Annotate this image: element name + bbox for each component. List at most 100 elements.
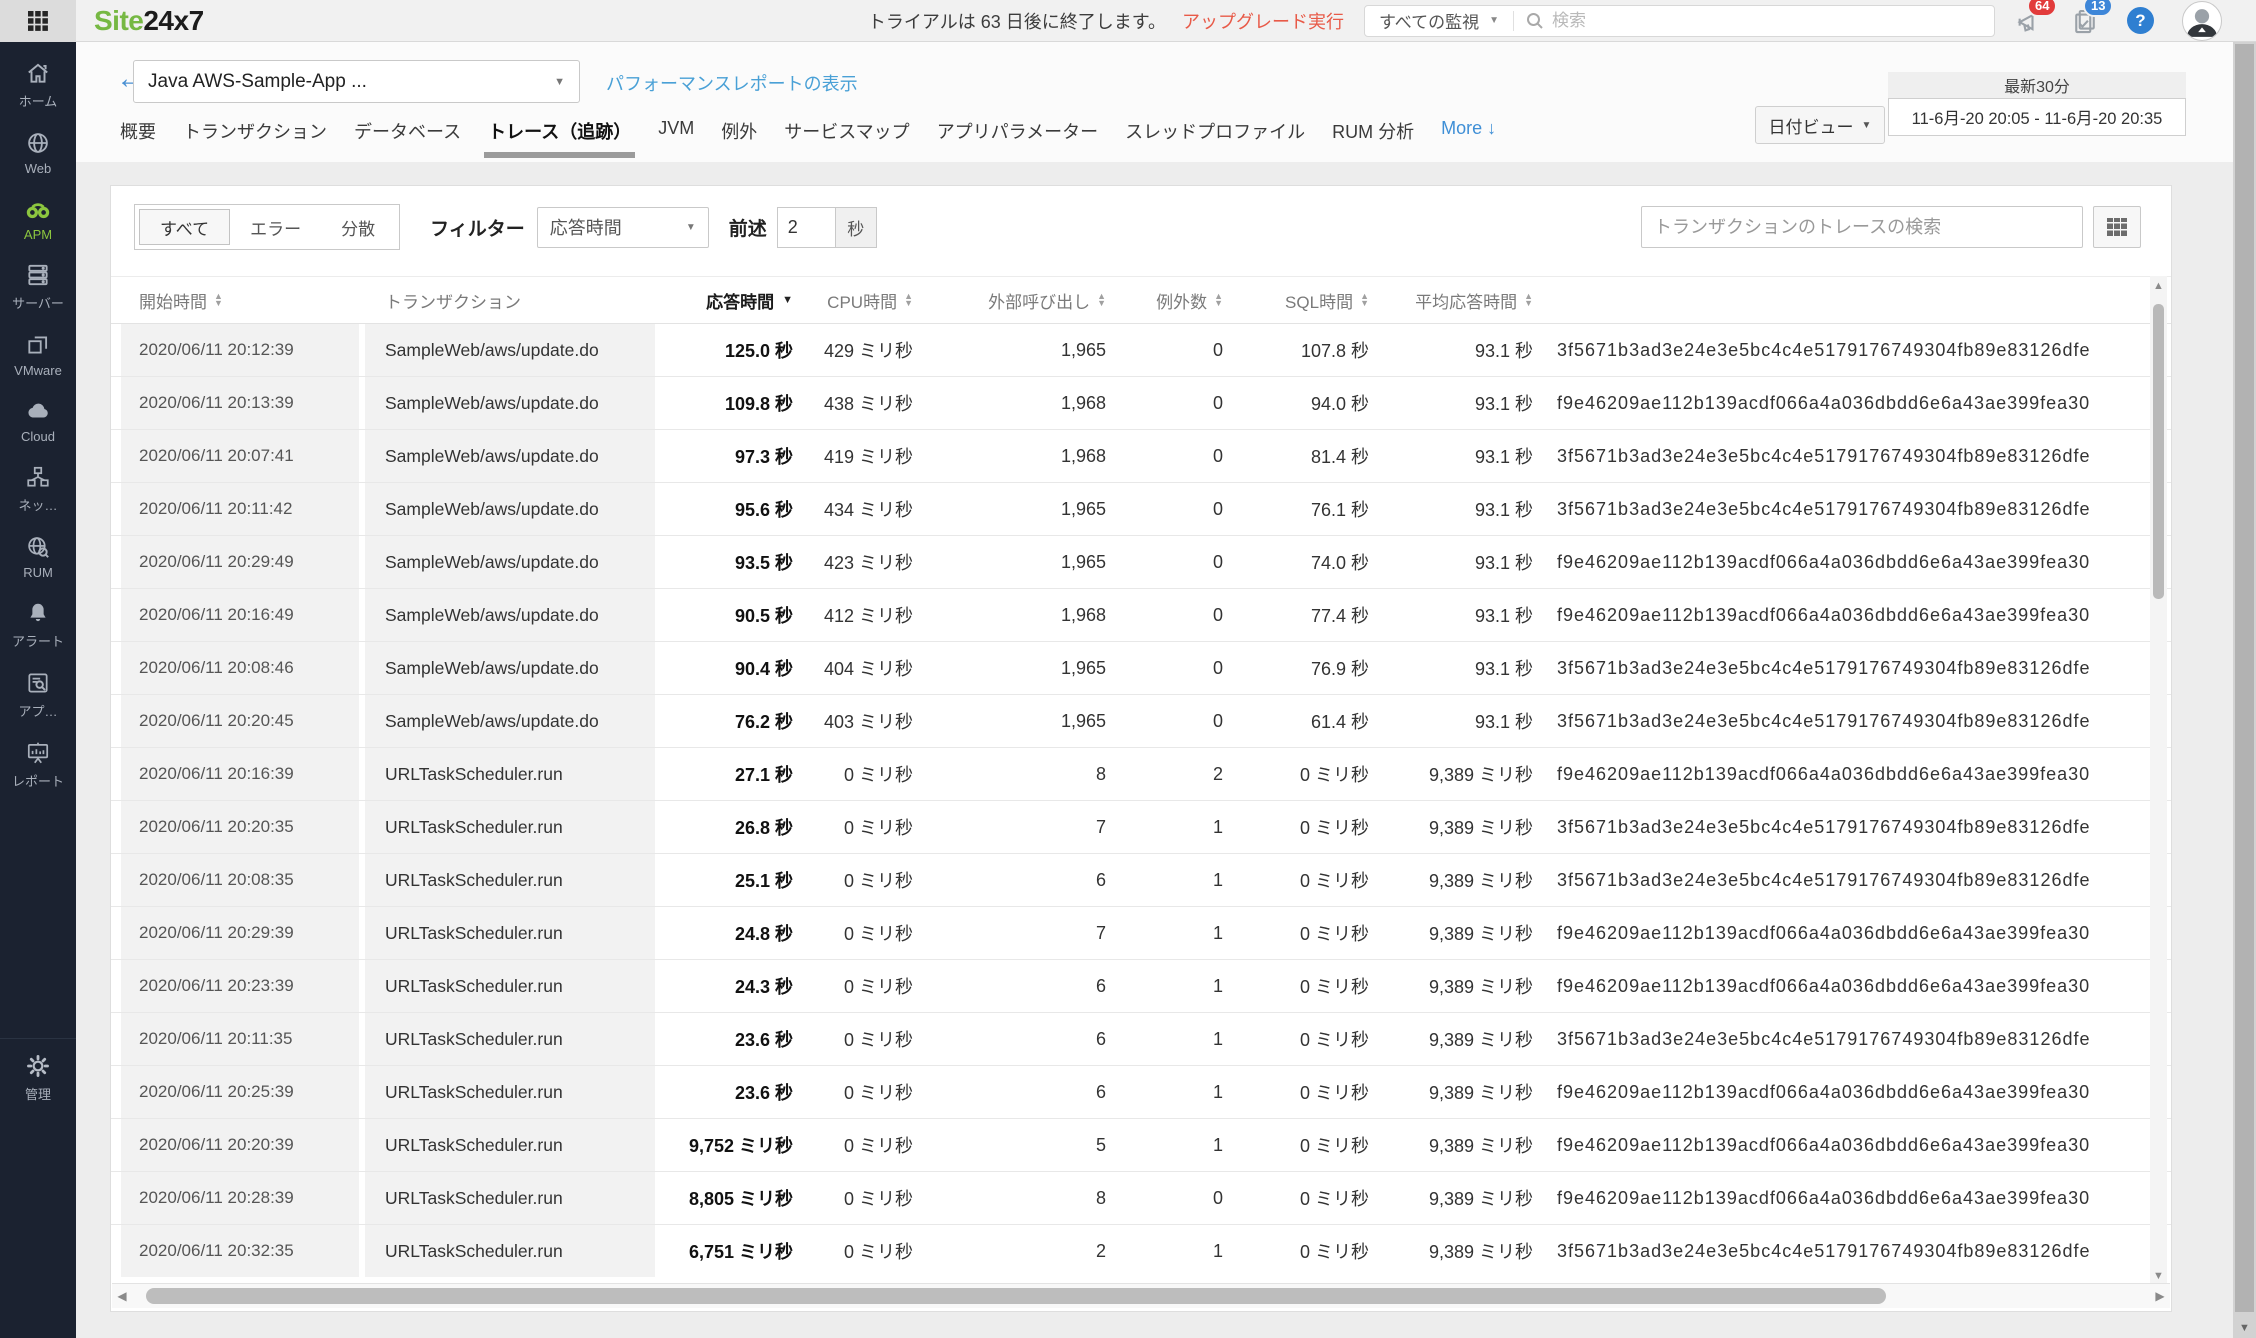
- table-row[interactable]: 2020/06/11 20:08:35 URLTaskScheduler.run 2…: [111, 854, 2171, 907]
- scroll-down-icon[interactable]: ▼: [2150, 1270, 2167, 1282]
- cell-start-time: 2020/06/11 20:11:35: [121, 1013, 359, 1065]
- tab-4[interactable]: JVM: [658, 118, 694, 158]
- notifications-button[interactable]: 64: [2015, 0, 2058, 35]
- globe-icon: [25, 130, 51, 156]
- sidebar-item-cloud[interactable]: Cloud: [0, 398, 76, 444]
- column-header-exception-count[interactable]: 例外数 ▲ ▼: [1106, 288, 1223, 313]
- table-row[interactable]: 2020/06/11 20:20:45 SampleWeb/aws/update.…: [111, 695, 2171, 748]
- table-row[interactable]: 2020/06/11 20:16:39 URLTaskScheduler.run 2…: [111, 748, 2171, 801]
- sidebar-item-home[interactable]: ホーム: [0, 60, 76, 110]
- site24x7-logo: Site24x7: [94, 4, 204, 36]
- table-row[interactable]: 2020/06/11 20:11:42 SampleWeb/aws/update.…: [111, 483, 2171, 536]
- monitor-search-group: すべての監視 ▼: [1363, 4, 1995, 37]
- monitor-scope-dropdown[interactable]: すべての監視 ▼: [1365, 8, 1513, 33]
- column-header-external-calls[interactable]: 外部呼び出し ▲ ▼: [913, 288, 1106, 313]
- cell-transaction: SampleWeb/aws/update.do: [365, 695, 655, 747]
- table-row[interactable]: 2020/06/11 20:12:39 SampleWeb/aws/update.…: [111, 324, 2171, 377]
- upgrade-link[interactable]: アップグレード実行: [1182, 8, 1344, 34]
- table-row[interactable]: 2020/06/11 20:25:39 URLTaskScheduler.run 2…: [111, 1066, 2171, 1119]
- tab-5[interactable]: 例外: [721, 118, 757, 158]
- app-launcher-button[interactable]: [0, 0, 76, 42]
- table-row[interactable]: 2020/06/11 20:29:39 URLTaskScheduler.run 2…: [111, 907, 2171, 960]
- sidebar-item-web[interactable]: Web: [0, 130, 76, 176]
- global-search-input[interactable]: [1552, 10, 1982, 31]
- cell-start-time: 2020/06/11 20:32:35: [121, 1225, 359, 1277]
- sidebar-item-admin[interactable]: 管理: [0, 1053, 76, 1103]
- tab-7[interactable]: アプリパラメーター: [937, 118, 1098, 158]
- time-range-picker: 最新30分 11-6月-20 20:05 - 11-6月-20 20:35: [1888, 72, 2186, 136]
- view-option-all[interactable]: すべて: [139, 209, 231, 245]
- scroll-left-icon[interactable]: ◀: [112, 1289, 132, 1303]
- tasks-button[interactable]: 13: [2071, 0, 2114, 35]
- page-scrollbar[interactable]: ▼: [2233, 42, 2256, 1338]
- sidebar-item-vmware[interactable]: VMware: [0, 332, 76, 378]
- table-row[interactable]: 2020/06/11 20:32:35 URLTaskScheduler.run 6…: [111, 1225, 2171, 1277]
- page-scrollbar-thumb[interactable]: [2235, 44, 2254, 1312]
- view-option-distributed[interactable]: 分散: [321, 209, 395, 245]
- column-header-start-time[interactable]: 開始時間 ▲ ▼: [121, 288, 359, 313]
- scroll-up-icon[interactable]: ▲: [2150, 280, 2167, 292]
- table-row[interactable]: 2020/06/11 20:13:39 SampleWeb/aws/update.…: [111, 377, 2171, 430]
- tab-2[interactable]: データベース: [354, 118, 461, 158]
- table-row[interactable]: 2020/06/11 20:08:46 SampleWeb/aws/update.…: [111, 642, 2171, 695]
- column-header-avg-response-time[interactable]: 平均応答時間 ▲ ▼: [1369, 288, 1533, 313]
- notifications-badge: 64: [2027, 0, 2058, 17]
- sidebar-item-alerts[interactable]: アラート: [0, 600, 76, 650]
- table-row[interactable]: 2020/06/11 20:07:41 SampleWeb/aws/update.…: [111, 430, 2171, 483]
- column-header-transaction: トランザクション: [385, 292, 521, 312]
- scroll-down-icon[interactable]: ▼: [2233, 1322, 2256, 1334]
- cell-external-calls: 6: [1095, 869, 1106, 890]
- tab-8[interactable]: スレッドプロファイル: [1125, 118, 1305, 158]
- threshold-input[interactable]: [776, 206, 835, 248]
- sidebar-item-network[interactable]: ネッ…: [0, 464, 76, 514]
- table-row[interactable]: 2020/06/11 20:29:49 SampleWeb/aws/update.…: [111, 536, 2171, 589]
- cell-response-time: 93.5 秒: [734, 553, 793, 573]
- vertical-scrollbar-thumb[interactable]: [2153, 304, 2164, 599]
- sidebar-item-server[interactable]: サーバー: [0, 262, 76, 312]
- tab-9[interactable]: RUM 分析: [1332, 118, 1414, 158]
- traces-panel: すべて エラー 分散 フィルター 応答時間 ▼ 前述 秒 開始時間 ▲▼ トラン…: [110, 185, 2172, 1312]
- table-row[interactable]: 2020/06/11 20:16:49 SampleWeb/aws/update.…: [111, 589, 2171, 642]
- sidebar-item-apm[interactable]: APM: [0, 196, 76, 242]
- sidebar-item-applications[interactable]: アプ…: [0, 670, 76, 720]
- time-range-value[interactable]: 11-6月-20 20:05 - 11-6月-20 20:35: [1888, 98, 2186, 136]
- table-row[interactable]: 2020/06/11 20:23:39 URLTaskScheduler.run 2…: [111, 960, 2171, 1013]
- table-vertical-scrollbar[interactable]: ▲ ▼: [2150, 276, 2167, 1284]
- cloud-icon: [24, 398, 52, 424]
- trace-search-input[interactable]: [1641, 206, 2083, 248]
- table-row[interactable]: 2020/06/11 20:28:39 URLTaskScheduler.run 8…: [111, 1172, 2171, 1225]
- tab-0[interactable]: 概要: [120, 118, 156, 158]
- tab-3[interactable]: トレース（追跡）: [484, 118, 636, 158]
- table-horizontal-scrollbar[interactable]: ◀ ▶: [112, 1283, 2170, 1308]
- cell-cpu-time: 0 ミリ秒: [843, 924, 913, 944]
- cell-external-calls: 8: [1095, 763, 1106, 784]
- horizontal-scrollbar-thumb[interactable]: [146, 1288, 1886, 1304]
- filter-field-dropdown[interactable]: 応答時間 ▼: [536, 206, 709, 248]
- column-settings-button[interactable]: [2093, 206, 2141, 248]
- column-header-sql-time[interactable]: SQL時間 ▲ ▼: [1223, 288, 1369, 313]
- tab-6[interactable]: サービスマップ: [784, 118, 909, 158]
- cell-avg-response-time: 9,389 ミリ秒: [1428, 818, 1533, 838]
- tab-10[interactable]: More ↓: [1441, 118, 1496, 158]
- cell-sql-time: 76.9 秒: [1310, 659, 1369, 679]
- column-header-response-time[interactable]: 応答時間 ▼: [655, 288, 793, 313]
- cell-exception-count: 1: [1212, 922, 1223, 943]
- view-option-errors[interactable]: エラー: [230, 209, 321, 245]
- binoculars-icon: [24, 196, 52, 222]
- user-avatar[interactable]: [2182, 0, 2222, 41]
- table-row[interactable]: 2020/06/11 20:20:35 URLTaskScheduler.run 2…: [111, 801, 2171, 854]
- table-row[interactable]: 2020/06/11 20:11:35 URLTaskScheduler.run 2…: [111, 1013, 2171, 1066]
- sidebar-item-reports[interactable]: レポート: [0, 740, 76, 790]
- application-selector[interactable]: Java AWS-Sample-App ... ▼: [133, 60, 580, 103]
- cell-avg-response-time: 9,389 ミリ秒: [1428, 1189, 1533, 1209]
- performance-report-link[interactable]: パフォーマンスレポートの表示: [606, 70, 858, 96]
- cell-sql-time: 0 ミリ秒: [1299, 977, 1369, 997]
- tab-1[interactable]: トランザクション: [183, 118, 327, 158]
- column-header-cpu-time[interactable]: CPU時間 ▲ ▼: [793, 288, 913, 313]
- table-row[interactable]: 2020/06/11 20:20:39 URLTaskScheduler.run 9…: [111, 1119, 2171, 1172]
- sidebar-item-rum[interactable]: RUM: [0, 534, 76, 580]
- cell-trace-id: 3f5671b3ad3e24e3e5bc4c4e5179176749304fb8…: [1557, 869, 2091, 890]
- scroll-right-icon[interactable]: ▶: [2150, 1289, 2170, 1303]
- date-view-button[interactable]: 日付ビュー ▼: [1755, 106, 1885, 144]
- help-button[interactable]: ?: [2127, 7, 2154, 34]
